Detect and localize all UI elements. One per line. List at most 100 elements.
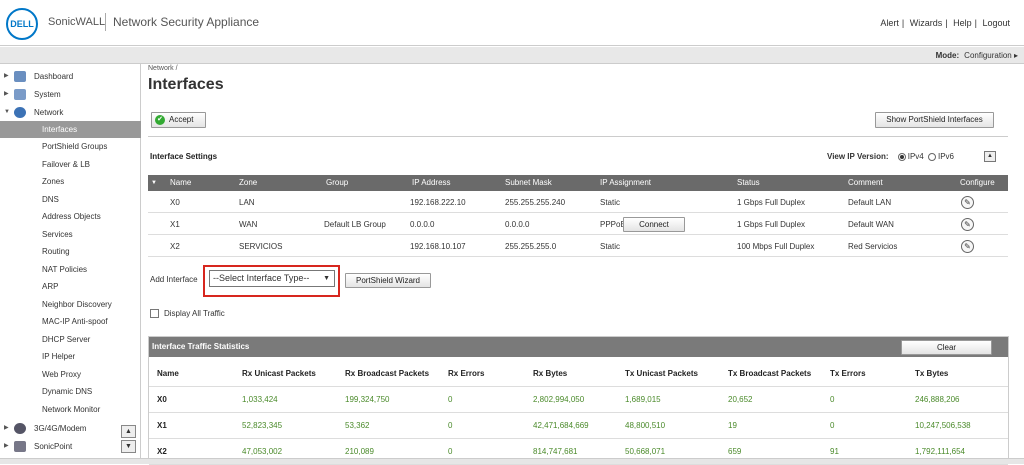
clear-button[interactable]: Clear: [901, 340, 992, 355]
sidebar-item-3g-4g-modem[interactable]: ▶ 3G/4G/Modem: [0, 420, 141, 437]
alert-link[interactable]: Alert: [880, 18, 899, 28]
sidebar-item-ip-helper[interactable]: IP Helper: [0, 348, 141, 365]
header-divider: [105, 13, 106, 31]
sidebar-item-address-objects[interactable]: Address Objects: [0, 208, 141, 225]
system-icon: [14, 89, 26, 100]
mode-indicator[interactable]: Mode: Configuration ▸: [936, 51, 1018, 60]
collapse-section-button[interactable]: ▲: [984, 151, 996, 162]
sidebar-item-sonicpoint[interactable]: ▶ SonicPoint: [0, 438, 141, 455]
collapse-arrow-icon[interactable]: ▼: [4, 104, 10, 121]
show-portshield-interfaces-button[interactable]: Show PortShield Interfaces: [875, 112, 994, 128]
cell-mask: 255.255.255.0: [505, 242, 557, 251]
expand-arrow-icon[interactable]: ▶: [4, 86, 9, 103]
connect-button[interactable]: Connect: [623, 217, 685, 232]
sidebar-scroll-up-button[interactable]: ▲: [121, 425, 136, 438]
breadcrumb[interactable]: Network /: [148, 65, 178, 72]
sidebar-item-dynamic-dns[interactable]: Dynamic DNS: [0, 383, 141, 400]
portshield-wizard-button[interactable]: PortShield Wizard: [345, 273, 431, 288]
column-header[interactable]: IP Address: [412, 175, 451, 191]
wizards-link[interactable]: Wizards: [910, 18, 943, 28]
rx-errors: 0: [448, 421, 453, 430]
display-all-traffic[interactable]: Display All Traffic: [150, 309, 225, 319]
edit-icon[interactable]: ✎: [961, 240, 974, 253]
mode-bar: Mode: Configuration ▸: [0, 47, 1024, 64]
column-header[interactable]: Zone: [239, 175, 257, 191]
sidebar-item-label: System: [34, 90, 61, 99]
accept-button[interactable]: ✔ Accept: [151, 112, 206, 128]
sidebar-item-label: 3G/4G/Modem: [34, 424, 87, 433]
sidebar-item-mac-ip-anti-spoof[interactable]: MAC-IP Anti-spoof: [0, 313, 141, 330]
cell-name: X2: [170, 242, 180, 251]
sidebar-item-dashboard[interactable]: ▶ Dashboard: [0, 68, 141, 85]
divider: [148, 136, 1008, 137]
column-header: Tx Bytes: [915, 369, 949, 378]
main-content: Network / Interfaces ✔ Accept Show PortSh…: [141, 64, 1024, 465]
column-header[interactable]: Subnet Mask: [505, 175, 552, 191]
sidebar-item-services[interactable]: Services: [0, 226, 141, 243]
rx-broadcast: 199,324,750: [345, 395, 390, 404]
table-row[interactable]: X1 WAN Default LB Group 0.0.0.0 0.0.0.0 …: [148, 214, 1008, 235]
sidebar-item-routing[interactable]: Routing: [0, 243, 141, 260]
sidebar-item-dhcp-server[interactable]: DHCP Server: [0, 331, 141, 348]
help-link[interactable]: Help: [953, 18, 972, 28]
cell-comment: Red Servicios: [848, 242, 898, 251]
column-header: Name: [157, 369, 179, 378]
tx-errors: 0: [830, 395, 835, 404]
view-ip-version: View IP Version: IPv4 IPv6: [827, 152, 954, 161]
tx-bytes: 10,247,506,538: [915, 421, 971, 430]
logout-link[interactable]: Logout: [982, 18, 1010, 28]
rx-bytes: 42,471,684,669: [533, 421, 589, 430]
traffic-stats-title: Interface Traffic Statistics: [149, 337, 1008, 357]
ipv6-radio[interactable]: [928, 152, 936, 161]
sidebar-item-neighbor-discovery[interactable]: Neighbor Discovery: [0, 296, 141, 313]
edit-icon[interactable]: ✎: [961, 218, 974, 231]
expand-arrow-icon[interactable]: ▶: [4, 420, 9, 437]
accept-button-label: Accept: [169, 115, 194, 124]
cell-status: 1 Gbps Full Duplex: [737, 198, 806, 207]
column-header: Tx Errors: [830, 369, 866, 378]
tx-unicast: 1,689,015: [625, 395, 661, 404]
sidebar-item-failover-lb[interactable]: Failover & LB: [0, 156, 141, 173]
tx-bytes: 246,888,206: [915, 395, 960, 404]
cell-status: 100 Mbps Full Duplex: [737, 242, 815, 251]
column-header: Tx Broadcast Packets: [728, 369, 812, 378]
sidebar-item-system[interactable]: ▶ System: [0, 86, 141, 103]
table-row[interactable]: X0 LAN 192.168.222.10 255.255.255.240 St…: [148, 192, 1008, 213]
sidebar-item-arp[interactable]: ARP: [0, 278, 141, 295]
sidebar: ▶ Dashboard ▶ System ▼ Network Interface…: [0, 64, 141, 464]
dashboard-icon: [14, 71, 26, 82]
edit-icon[interactable]: ✎: [961, 196, 974, 209]
sidebar-item-dns[interactable]: DNS: [0, 191, 141, 208]
sidebar-item-nat-policies[interactable]: NAT Policies: [0, 261, 141, 278]
mode-value[interactable]: Configuration ▸: [964, 51, 1018, 60]
page-title: Interfaces: [148, 76, 224, 93]
sidebar-item-network-monitor[interactable]: Network Monitor: [0, 401, 141, 418]
column-header[interactable]: Group: [326, 175, 348, 191]
status-bar: [0, 458, 1024, 464]
product-name: Network Security Appliance: [113, 15, 260, 29]
expand-arrow-icon[interactable]: ▶: [4, 438, 9, 455]
column-header[interactable]: Comment: [848, 175, 883, 191]
column-header[interactable]: Name: [170, 175, 191, 191]
sidebar-item-label: Network: [34, 108, 64, 117]
sidebar-scroll-down-button[interactable]: ▼: [121, 440, 136, 453]
column-header[interactable]: Status: [737, 175, 760, 191]
ipv4-radio[interactable]: [897, 152, 906, 161]
sort-arrow-icon[interactable]: ▼: [151, 175, 157, 191]
tx-errors: 0: [830, 421, 835, 430]
sidebar-item-zones[interactable]: Zones: [0, 173, 141, 190]
sidebar-item-interfaces[interactable]: Interfaces: [0, 121, 141, 138]
display-all-checkbox[interactable]: [150, 309, 159, 319]
sidebar-item-network[interactable]: ▼ Network: [0, 104, 141, 121]
cell-zone: WAN: [239, 220, 258, 229]
sonicpoint-icon: [14, 441, 26, 452]
interfaces-table-header: ▼ Name Zone Group IP Address Subnet Mask…: [148, 175, 1008, 191]
interface-type-select[interactable]: --Select Interface Type-- ▼: [209, 270, 335, 287]
expand-arrow-icon[interactable]: ▶: [4, 68, 9, 85]
sidebar-item-portshield-groups[interactable]: PortShield Groups: [0, 138, 141, 155]
sidebar-item-label: Dashboard: [34, 72, 74, 81]
sidebar-item-label: SonicPoint: [34, 442, 73, 451]
column-header[interactable]: IP Assignment: [600, 175, 651, 191]
sidebar-item-web-proxy[interactable]: Web Proxy: [0, 366, 141, 383]
table-row[interactable]: X2 SERVICIOS 192.168.10.107 255.255.255.…: [148, 236, 1008, 257]
